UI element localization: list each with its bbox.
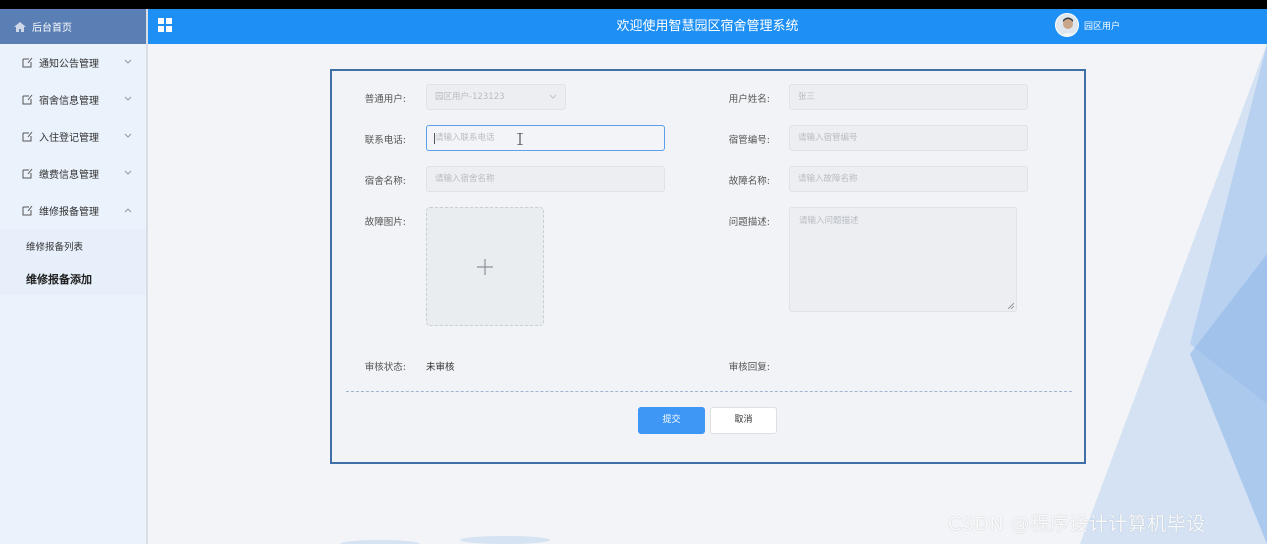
edit-doc-icon bbox=[22, 205, 33, 216]
edit-doc-icon bbox=[22, 94, 33, 105]
sidebar-item-notice[interactable]: 通知公告管理 bbox=[0, 44, 146, 81]
text-cursor-icon bbox=[517, 133, 523, 145]
chevron-down-icon bbox=[124, 133, 132, 138]
sidebar-item-label: 缴费信息管理 bbox=[39, 170, 99, 181]
dorm-field[interactable]: 请输入宿舍名称 bbox=[426, 166, 665, 192]
edit-doc-icon bbox=[22, 168, 33, 179]
phone-placeholder: 请输入联系电话 bbox=[435, 133, 495, 143]
chevron-up-icon bbox=[124, 208, 132, 213]
sidebar-home-label: 后台首页 bbox=[32, 23, 72, 34]
name-field[interactable]: 张三 bbox=[789, 84, 1028, 110]
sidebar-item-dorm-info[interactable]: 宿舍信息管理 bbox=[0, 81, 146, 118]
status-value: 未审核 bbox=[426, 362, 455, 373]
submenu-item-repair-add[interactable]: 维修报备添加 bbox=[0, 262, 146, 295]
home-icon bbox=[14, 21, 26, 32]
manager-no-field[interactable]: 请输入宿管编号 bbox=[789, 125, 1028, 151]
sidebar-item-checkin[interactable]: 入住登记管理 bbox=[0, 118, 146, 155]
user-select[interactable]: 园区用户-123123 bbox=[426, 84, 566, 110]
edit-doc-icon bbox=[22, 57, 33, 68]
form-divider bbox=[346, 391, 1072, 392]
plus-icon bbox=[477, 259, 493, 275]
desc-textarea[interactable]: 请输入问题描述 bbox=[789, 207, 1017, 312]
submit-button[interactable]: 提交 bbox=[638, 407, 705, 434]
repair-form-card: 普通用户: 园区用户-123123 用户姓名: 张三 联系电话: 请输入联系电话… bbox=[330, 69, 1086, 464]
user-select-value: 园区用户-123123 bbox=[435, 92, 505, 102]
avatar bbox=[1055, 13, 1079, 37]
chevron-down-icon bbox=[124, 59, 132, 64]
top-header: 欢迎使用智慧园区宿舍管理系统 园区用户 bbox=[148, 9, 1267, 44]
desc-placeholder: 请输入问题描述 bbox=[799, 216, 859, 226]
desc-label: 问题描述: bbox=[728, 217, 770, 228]
sidebar-home-link[interactable]: 后台首页 bbox=[0, 9, 146, 44]
reply-label: 审核回复: bbox=[728, 362, 770, 373]
submenu-item-repair-list[interactable]: 维修报备列表 bbox=[0, 229, 146, 262]
name-label: 用户姓名: bbox=[728, 94, 770, 105]
image-label: 故障图片: bbox=[364, 217, 406, 228]
fault-label: 故障名称: bbox=[728, 176, 770, 187]
chevron-down-icon bbox=[124, 96, 132, 101]
sidebar-item-label: 入住登记管理 bbox=[39, 133, 99, 144]
text-caret bbox=[434, 133, 435, 144]
sidebar-item-label: 维修报备管理 bbox=[39, 207, 99, 218]
sidebar-item-payment[interactable]: 缴费信息管理 bbox=[0, 155, 146, 192]
sidebar: 后台首页 通知公告管理 宿舍信息管理 入住登记管理 缴费信息管理 维修报备管理 … bbox=[0, 9, 148, 544]
sidebar-item-label: 通知公告管理 bbox=[39, 59, 99, 70]
dorm-label: 宿舍名称: bbox=[364, 176, 406, 187]
user-label: 普通用户: bbox=[364, 94, 406, 105]
phone-label: 联系电话: bbox=[364, 135, 406, 146]
watermark-text: CSDN @程序设计计算机毕设 bbox=[948, 513, 1206, 535]
user-menu[interactable]: 园区用户 bbox=[1055, 13, 1120, 37]
cancel-button[interactable]: 取消 bbox=[710, 407, 777, 434]
manager-no-label: 宿管编号: bbox=[728, 135, 770, 146]
fault-field[interactable]: 请输入故障名称 bbox=[789, 166, 1028, 192]
image-upload-box[interactable] bbox=[426, 207, 544, 326]
sidebar-item-repair[interactable]: 维修报备管理 bbox=[0, 192, 146, 229]
top-black-strip bbox=[0, 0, 1267, 9]
edit-doc-icon bbox=[22, 131, 33, 142]
phone-field[interactable]: 请输入联系电话 bbox=[426, 125, 665, 151]
sidebar-item-label: 宿舍信息管理 bbox=[39, 96, 99, 107]
repair-submenu: 维修报备列表 维修报备添加 bbox=[0, 229, 146, 295]
chevron-down-icon bbox=[124, 170, 132, 175]
user-avatar-icon bbox=[1056, 14, 1078, 36]
resize-handle-icon[interactable] bbox=[1008, 303, 1014, 309]
status-label: 审核状态: bbox=[364, 362, 406, 373]
chevron-down-icon bbox=[549, 94, 557, 99]
user-name: 园区用户 bbox=[1084, 21, 1121, 32]
